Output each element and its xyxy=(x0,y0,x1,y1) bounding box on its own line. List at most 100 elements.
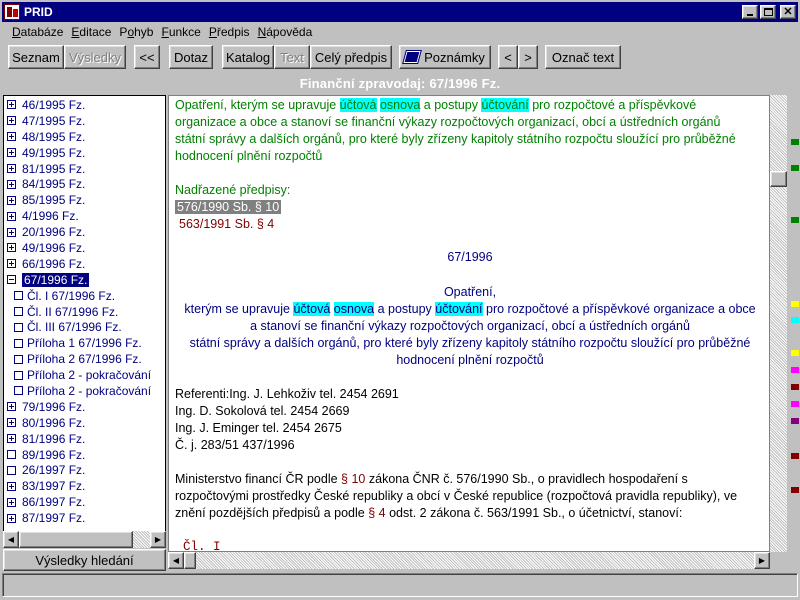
doc-scroll-left-arrow-icon[interactable]: ◀ xyxy=(168,552,184,569)
expand-icon[interactable] xyxy=(7,164,16,173)
tree-item[interactable]: Příloha 1 67/1996 Fz. xyxy=(4,335,165,351)
tree-hscroll-thumb[interactable] xyxy=(19,531,133,548)
menu-item-5[interactable]: Nápověda xyxy=(254,25,317,39)
scroll-left-arrow-icon[interactable]: ◀ xyxy=(3,531,19,548)
document-vertical-scrollbar[interactable] xyxy=(770,95,787,552)
document-tree[interactable]: 46/1995 Fz. 47/1995 Fz. 48/1995 Fz. 49/1995… xyxy=(3,95,166,547)
close-button[interactable]: ✕ xyxy=(780,5,796,19)
doc-hscroll-thumb[interactable] xyxy=(184,552,196,569)
strip-mark xyxy=(791,301,799,307)
menu-item-4[interactable]: Předpis xyxy=(205,25,254,39)
expand-icon[interactable] xyxy=(7,179,16,189)
maximize-button[interactable] xyxy=(760,5,776,19)
tree-item[interactable]: 49/1996 Fz. xyxy=(4,240,165,256)
menu-item-1[interactable]: Editace xyxy=(67,25,115,39)
expand-icon[interactable] xyxy=(7,243,16,253)
tree-item[interactable]: 79/1996 Fz. xyxy=(4,399,165,415)
katalog-button[interactable]: Katalog xyxy=(222,45,274,69)
referent-line-3: Ing. J. Eminger tel. 2454 2675 xyxy=(175,421,342,435)
text-button[interactable]: Text xyxy=(274,45,310,69)
next-button[interactable]: > xyxy=(518,45,538,69)
doc-hscroll-track[interactable] xyxy=(184,552,754,569)
expand-icon[interactable] xyxy=(7,195,16,205)
strip-mark xyxy=(791,453,799,459)
tree-item[interactable]: 4/1996 Fz. xyxy=(4,208,165,224)
tree-item[interactable]: Čl. III 67/1996 Fz. xyxy=(4,319,165,335)
prev-button[interactable]: < xyxy=(498,45,518,69)
menu-item-2[interactable]: Pohyb xyxy=(115,25,157,39)
tree-item-label: 81/1996 Fz. xyxy=(22,431,86,446)
tree-item[interactable]: 84/1995 Fz. xyxy=(4,176,165,192)
expand-icon[interactable] xyxy=(7,402,16,412)
tree-item[interactable]: Čl. I 67/1996 Fz. xyxy=(4,288,165,304)
tree-item[interactable]: 47/1995 Fz. xyxy=(4,113,165,129)
app-icon[interactable] xyxy=(4,4,20,20)
expand-icon[interactable] xyxy=(7,418,16,428)
expand-icon[interactable] xyxy=(7,259,16,269)
tree-item[interactable]: 20/1996 Fz. xyxy=(4,224,165,240)
tree-item[interactable]: 87/1997 Fz. xyxy=(4,510,165,526)
expand-icon[interactable] xyxy=(7,132,16,142)
expand-icon[interactable] xyxy=(7,148,16,158)
tree-item[interactable]: Příloha 2 - pokračování xyxy=(4,383,165,399)
body-line-2: rozpočtovými prostředky České republiky … xyxy=(175,489,738,503)
tree-item[interactable]: 80/1996 Fz. xyxy=(4,415,165,431)
document-header: Finanční zpravodaj: 67/1996 Fz. xyxy=(299,76,501,91)
ref-link-2[interactable]: 563/1991 Sb. § 4 xyxy=(179,216,274,233)
oznac-text-button[interactable]: Označ text xyxy=(545,45,621,69)
doc-vscroll-track[interactable] xyxy=(770,95,787,552)
tree-item[interactable]: 83/1997 Fz. xyxy=(4,478,165,494)
body-link-paragraph-4[interactable]: § 4 xyxy=(368,506,385,520)
tree-item[interactable]: Čl. II 67/1996 Fz. xyxy=(4,304,165,320)
collapse-icon[interactable] xyxy=(7,275,16,285)
search-results-tab[interactable]: Výsledky hledání xyxy=(3,549,166,571)
leaf-icon xyxy=(14,370,23,380)
expand-icon[interactable] xyxy=(7,227,16,237)
tree-item-label: 26/1997 Fz. xyxy=(22,463,86,478)
poznamky-label: Poznámky xyxy=(424,49,485,65)
document-view[interactable]: Opatření, kterým se upravuje účtová osno… xyxy=(168,95,770,552)
doc-vscroll-thumb[interactable] xyxy=(770,171,787,187)
tree-item[interactable]: Příloha 2 - pokračování xyxy=(4,367,165,383)
tree-horizontal-scrollbar[interactable]: ◀ ▶ xyxy=(3,531,166,548)
vysledky-button[interactable]: Výsledky xyxy=(64,45,126,69)
tree-item[interactable]: 48/1995 Fz. xyxy=(4,129,165,145)
tree-item[interactable]: 85/1995 Fz. xyxy=(4,192,165,208)
tree-item-label: Příloha 2 - pokračování xyxy=(27,383,152,398)
dotaz-button[interactable]: Dotaz xyxy=(169,45,213,69)
expand-icon[interactable] xyxy=(7,481,16,491)
menu-item-3[interactable]: Funkce xyxy=(157,25,204,39)
clanek-heading: Čl. I xyxy=(183,540,221,552)
tree-item[interactable]: 49/1995 Fz. xyxy=(4,145,165,161)
tree-item[interactable]: 81/1995 Fz. xyxy=(4,161,165,177)
tree-item[interactable]: 67/1996 Fz. xyxy=(4,272,165,288)
poznamky-button[interactable]: Poznámky xyxy=(399,45,491,69)
cely-predpis-button[interactable]: Celý předpis xyxy=(310,45,392,69)
leaf-icon xyxy=(14,322,23,332)
scroll-right-arrow-icon[interactable]: ▶ xyxy=(150,531,166,548)
notebook-icon xyxy=(402,50,422,64)
seznam-button[interactable]: Seznam xyxy=(8,45,64,69)
expand-icon[interactable] xyxy=(7,116,16,126)
doc-scroll-right-arrow-icon[interactable]: ▶ xyxy=(754,552,770,569)
tree-item[interactable]: 81/1996 Fz. xyxy=(4,431,165,447)
document-horizontal-scrollbar[interactable]: ◀ ▶ xyxy=(168,552,770,569)
expand-icon[interactable] xyxy=(7,100,16,110)
back-button[interactable]: << xyxy=(134,45,160,69)
tree-item[interactable]: Příloha 2 67/1996 Fz. xyxy=(4,351,165,367)
tree-item[interactable]: 66/1996 Fz. xyxy=(4,256,165,272)
expand-icon[interactable] xyxy=(7,497,16,507)
expand-icon[interactable] xyxy=(7,211,16,221)
body-link-paragraph-10[interactable]: § 10 xyxy=(341,472,365,486)
ref-link-1[interactable]: 576/1990 Sb. § 10 xyxy=(175,199,282,216)
minimize-button[interactable] xyxy=(742,5,758,19)
tree-item[interactable]: 89/1996 Fz. xyxy=(4,447,165,463)
menu-item-0[interactable]: Databáze xyxy=(8,25,67,39)
referent-line-2: Ing. D. Sokolová tel. 2454 2669 xyxy=(175,404,350,418)
tree-item[interactable]: 86/1997 Fz. xyxy=(4,494,165,510)
tree-item[interactable]: 26/1997 Fz. xyxy=(4,462,165,478)
expand-icon[interactable] xyxy=(7,513,16,523)
tree-item-label: 84/1995 Fz. xyxy=(22,177,86,192)
expand-icon[interactable] xyxy=(7,434,16,444)
tree-item[interactable]: 46/1995 Fz. xyxy=(4,97,165,113)
